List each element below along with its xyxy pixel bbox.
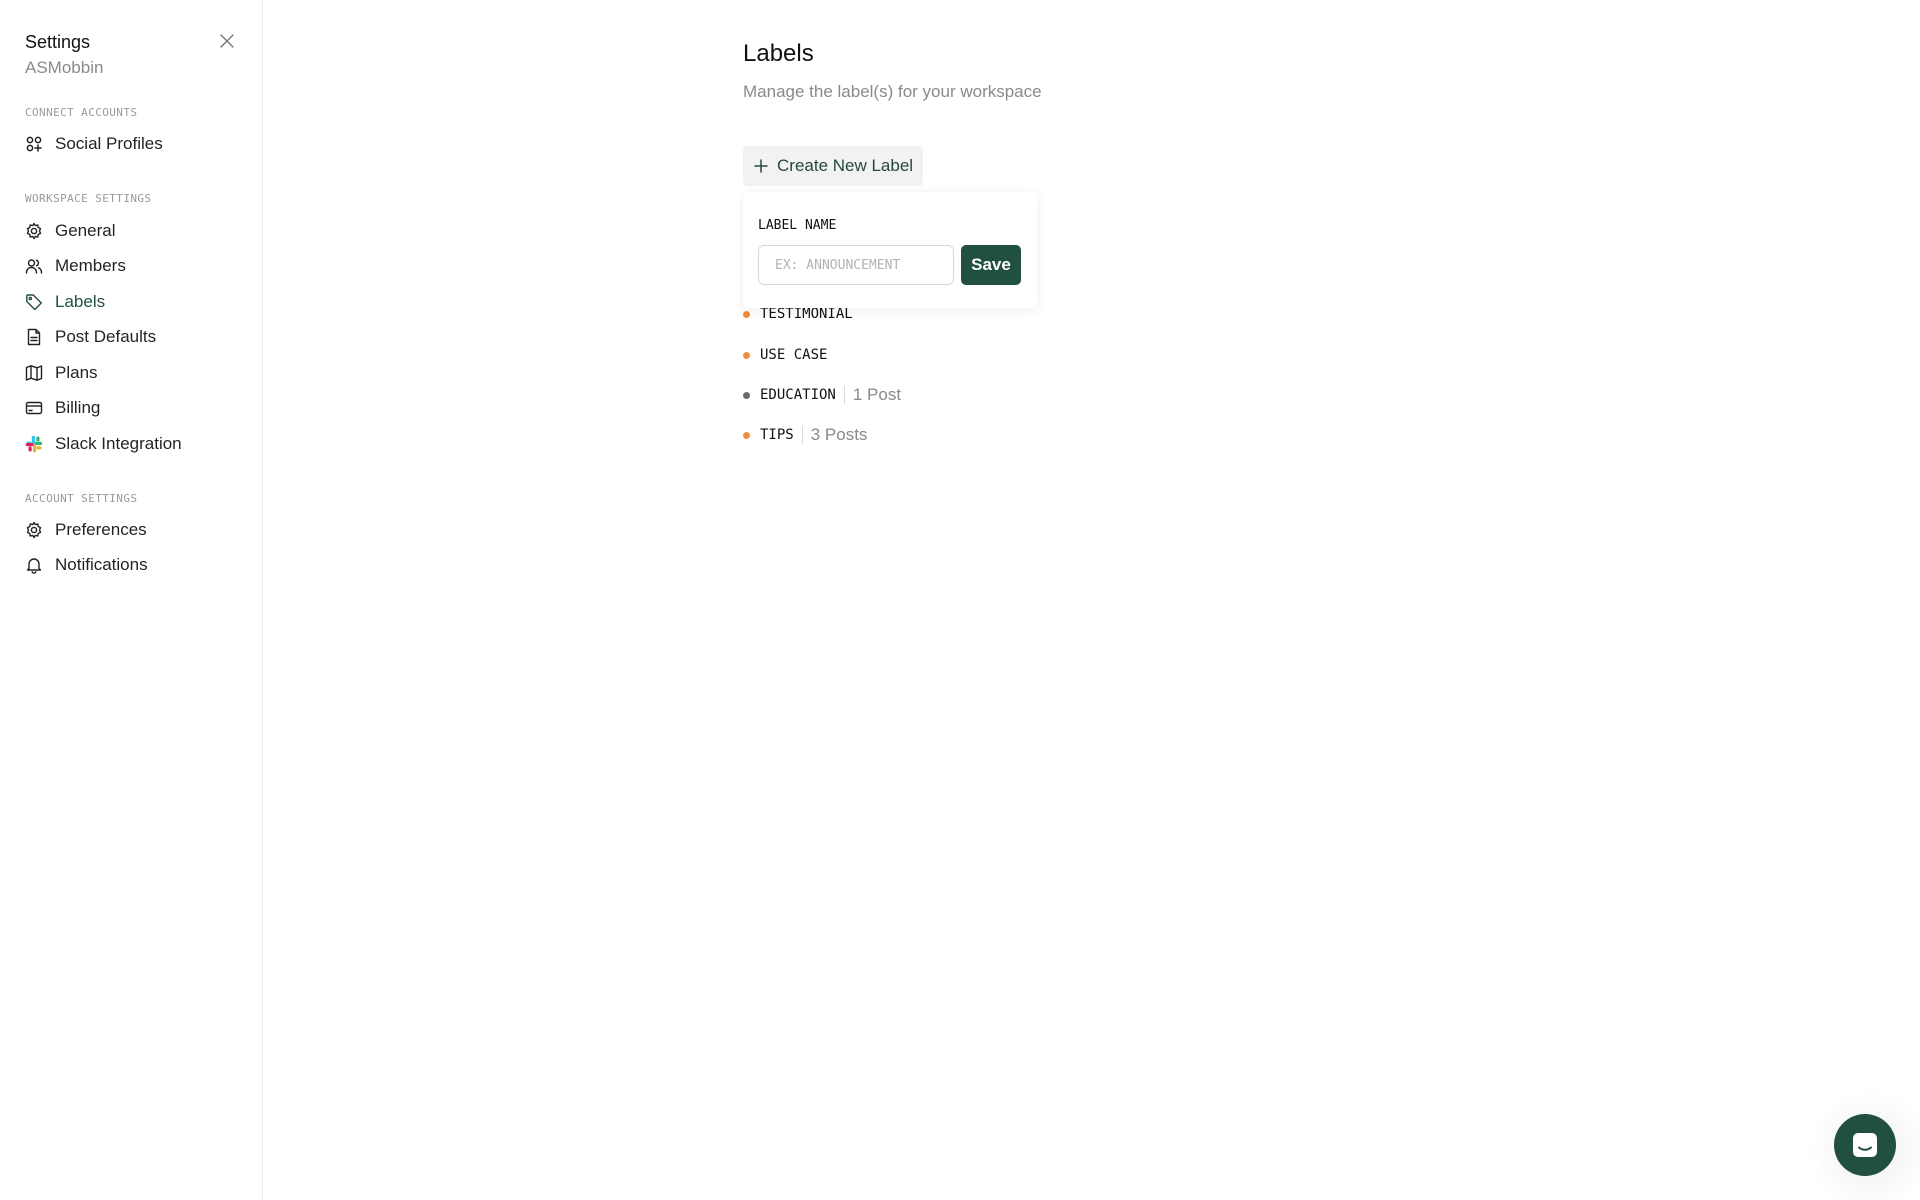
sidebar-item-post-defaults[interactable]: Post Defaults [25,322,156,352]
label-post-count: 3 Posts [810,425,868,444]
sidebar-item-notifications[interactable]: Notifications [25,550,148,580]
sidebar-item-label: Social Profiles [55,134,163,153]
chat-launcher-button[interactable] [1834,1114,1896,1176]
gear-icon [25,521,43,539]
label-color-dot [743,351,750,359]
sidebar-item-label: Billing [55,398,101,417]
label-row: USE CASE [743,344,827,366]
label-post-count: 1 Post [852,385,902,404]
label-name-heading: LABEL NAME [758,218,837,233]
social-profiles-icon [25,135,43,153]
sidebar-item-labels[interactable]: Labels [25,287,105,317]
save-button[interactable]: Save [961,245,1021,285]
create-new-label-button[interactable]: Create New Label [743,146,924,186]
bell-icon [25,556,43,574]
sidebar-item-general[interactable]: General [25,216,115,246]
sidebar-item-label: Slack Integration [55,434,182,453]
section-label-account-settings: ACCOUNT SETTINGS [25,492,138,505]
label-row: EDUCATION 1 Post [743,384,901,406]
divider [843,386,845,404]
settings-sidebar: Settings ASMobbin CONNECT ACCOUNTS Socia… [0,0,263,1200]
sidebar-item-label: Members [55,256,126,275]
sidebar-item-label: Post Defaults [55,327,157,346]
sidebar-item-label: Labels [55,292,106,311]
plus-icon [754,159,768,173]
gear-icon [25,222,43,240]
close-icon[interactable] [218,32,236,50]
sidebar-title: Settings [25,32,91,52]
sidebar-item-label: General [55,221,116,240]
label-row: TIPS 3 Posts [743,424,867,446]
sidebar-item-billing[interactable]: Billing [25,393,100,423]
document-icon [25,328,43,346]
divider [801,426,803,444]
section-label-workspace-settings: WORKSPACE SETTINGS [25,192,152,205]
label-name-input[interactable] [758,245,954,285]
sidebar-item-label: Plans [55,363,98,382]
create-new-label-text: Create New Label [777,156,914,175]
sidebar-item-preferences[interactable]: Preferences [25,515,147,545]
sidebar-item-label: Notifications [55,555,148,574]
sidebar-item-social-profiles[interactable]: Social Profiles [25,129,163,159]
label-name[interactable]: TESTIMONIAL [760,306,853,322]
sidebar-item-plans[interactable]: Plans [25,358,98,388]
sidebar-item-members[interactable]: Members [25,251,126,281]
label-color-dot [743,310,750,318]
credit-card-icon [25,399,43,417]
chat-icon [1853,1133,1877,1157]
members-icon [25,257,43,275]
label-color-dot [743,391,750,399]
label-name[interactable]: EDUCATION [760,387,836,403]
page-title: Labels [743,40,814,67]
new-label-popover: LABEL NAME Save [743,192,1037,308]
section-label-connect-accounts: CONNECT ACCOUNTS [25,106,138,119]
tag-icon [25,293,43,311]
map-icon [25,364,43,382]
sidebar-item-label: Preferences [55,520,147,539]
label-color-dot [743,431,750,439]
slack-icon [25,435,43,453]
label-name[interactable]: USE CASE [760,347,827,363]
workspace-name: ASMobbin [25,58,104,77]
sidebar-item-slack-integration[interactable]: Slack Integration [25,429,182,459]
page-subtitle: Manage the label(s) for your workspace [743,82,1042,101]
label-name[interactable]: TIPS [760,427,794,443]
